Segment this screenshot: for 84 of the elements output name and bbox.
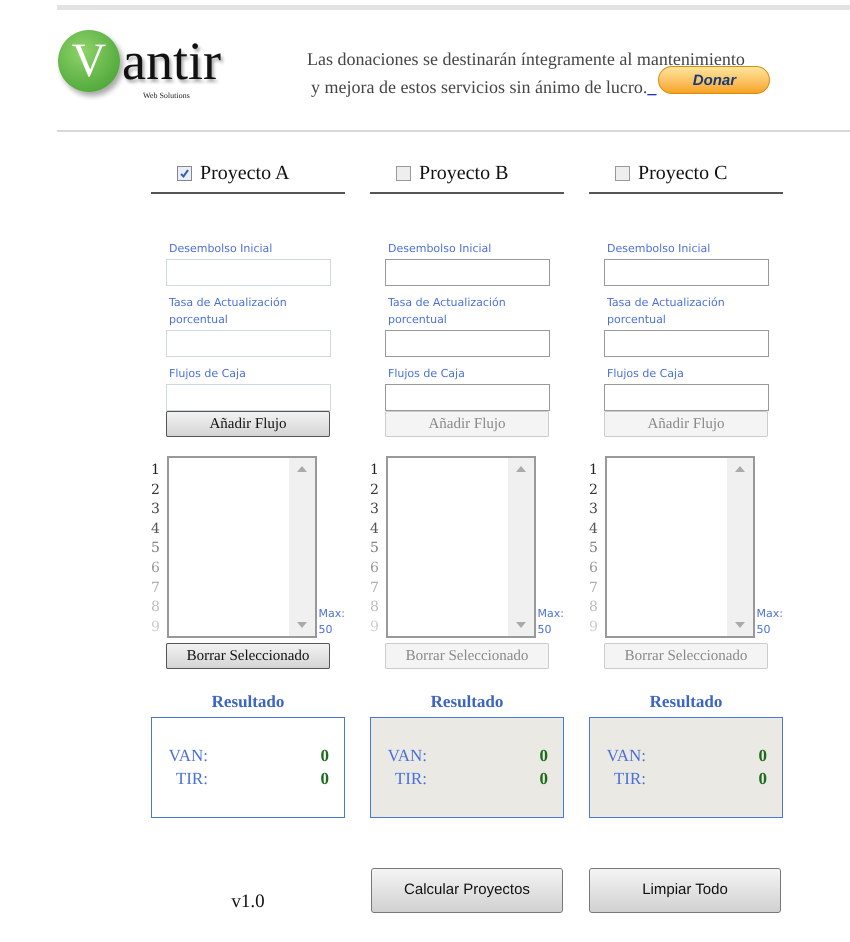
field-label: Tasa de Actualización porcentual [606,295,726,328]
line-number: 3 [151,500,161,520]
field-label: Desembolso Inicial [168,241,274,257]
scroll-down-icon [516,622,526,628]
line-number: 7 [370,578,380,598]
result-value: 0 [540,744,548,766]
result-label: VAN: [168,744,208,766]
max-value: 50 [756,622,772,638]
line-number: 5 [151,539,161,558]
project-title: Proyecto A [200,161,290,186]
line-number: 2 [589,480,599,500]
line-number: 6 [589,558,599,578]
max-label: Max: [538,606,564,622]
project-title: Proyecto B [419,161,508,186]
scroll-down-icon [734,622,745,628]
max-value: 50 [538,622,553,638]
field-label: Desembolso Inicial [606,241,712,257]
donation-link[interactable]: _ [647,73,656,101]
donation-text: y mejora de estos servicios sin ánimo de lucro. [310,76,648,99]
line-number: 5 [589,539,599,558]
field-label: Flujos de Caja [387,366,466,382]
result-value: 0 [758,744,767,766]
field-label: Desembolso Inicial [387,241,492,257]
scrollbar[interactable] [288,458,315,636]
project-checkbox[interactable] [177,166,192,180]
line-number: 8 [370,598,380,618]
line-number: 2 [370,480,380,500]
line-number: 4 [370,520,380,539]
max-value: 50 [318,622,334,638]
line-number: 1 [370,461,380,480]
scroll-down-icon [296,622,307,628]
field-label: Flujos de Caja [168,366,247,382]
result-title: Resultado [430,691,504,713]
result-label: VAN: [386,744,427,766]
field-label: Tasa de Actualización porcentual [387,295,507,328]
logo-letter: V [72,37,106,85]
add-flow-button[interactable]: Añadir Flujo [166,411,330,437]
result-label: VAN: [606,744,646,766]
line-number: 4 [151,520,161,539]
flow-list[interactable] [604,456,755,638]
max-label: Max: [318,606,345,622]
scrollbar[interactable] [726,458,753,636]
line-number: 7 [589,578,599,598]
logo-tagline: Web Solutions [143,90,190,102]
line-number: 8 [589,598,599,618]
result-value: 0 [758,768,767,790]
project-checkbox[interactable] [396,166,411,180]
result-label: TIR: [612,768,646,790]
result-value: 0 [320,768,329,790]
line-number: 3 [370,500,380,520]
line-number: 6 [370,558,380,578]
action-button[interactable]: Calcular Proyectos [371,868,563,912]
line-number: 3 [589,500,599,520]
result-label: TIR: [174,768,208,790]
scrollbar[interactable] [508,458,534,636]
line-number: 7 [151,578,161,598]
result-value: 0 [320,744,329,766]
field-label: Tasa de Actualización porcentual [168,295,288,328]
result-title: Resultado [212,691,284,713]
line-number: 6 [151,558,161,578]
line-number: 4 [589,520,599,539]
line-number: 2 [151,480,161,500]
project-title: Proyecto C [638,161,728,186]
delete-selected-button[interactable]: Borrar Seleccionado [166,643,330,669]
scroll-up-icon [516,466,526,472]
scroll-up-icon [296,466,307,472]
flow-list[interactable] [386,456,536,638]
flow-list[interactable] [166,456,317,638]
result-value: 0 [540,768,548,790]
max-label: Max: [756,606,783,622]
logo-name: antir [122,34,221,88]
checkmark-icon [179,168,190,178]
field-label: Flujos de Caja [606,366,685,382]
donate-button[interactable]: Donar [658,66,770,94]
line-number: 1 [589,461,599,480]
result-title: Resultado [650,691,722,713]
line-number: 5 [370,539,380,558]
line-number: 1 [151,461,161,480]
line-number: 8 [151,598,161,618]
scroll-up-icon [734,466,745,472]
result-label: TIR: [394,768,427,790]
project-checkbox[interactable] [615,166,630,180]
version-label: v1.0 [231,890,265,914]
action-button[interactable]: Limpiar Todo [589,868,781,912]
